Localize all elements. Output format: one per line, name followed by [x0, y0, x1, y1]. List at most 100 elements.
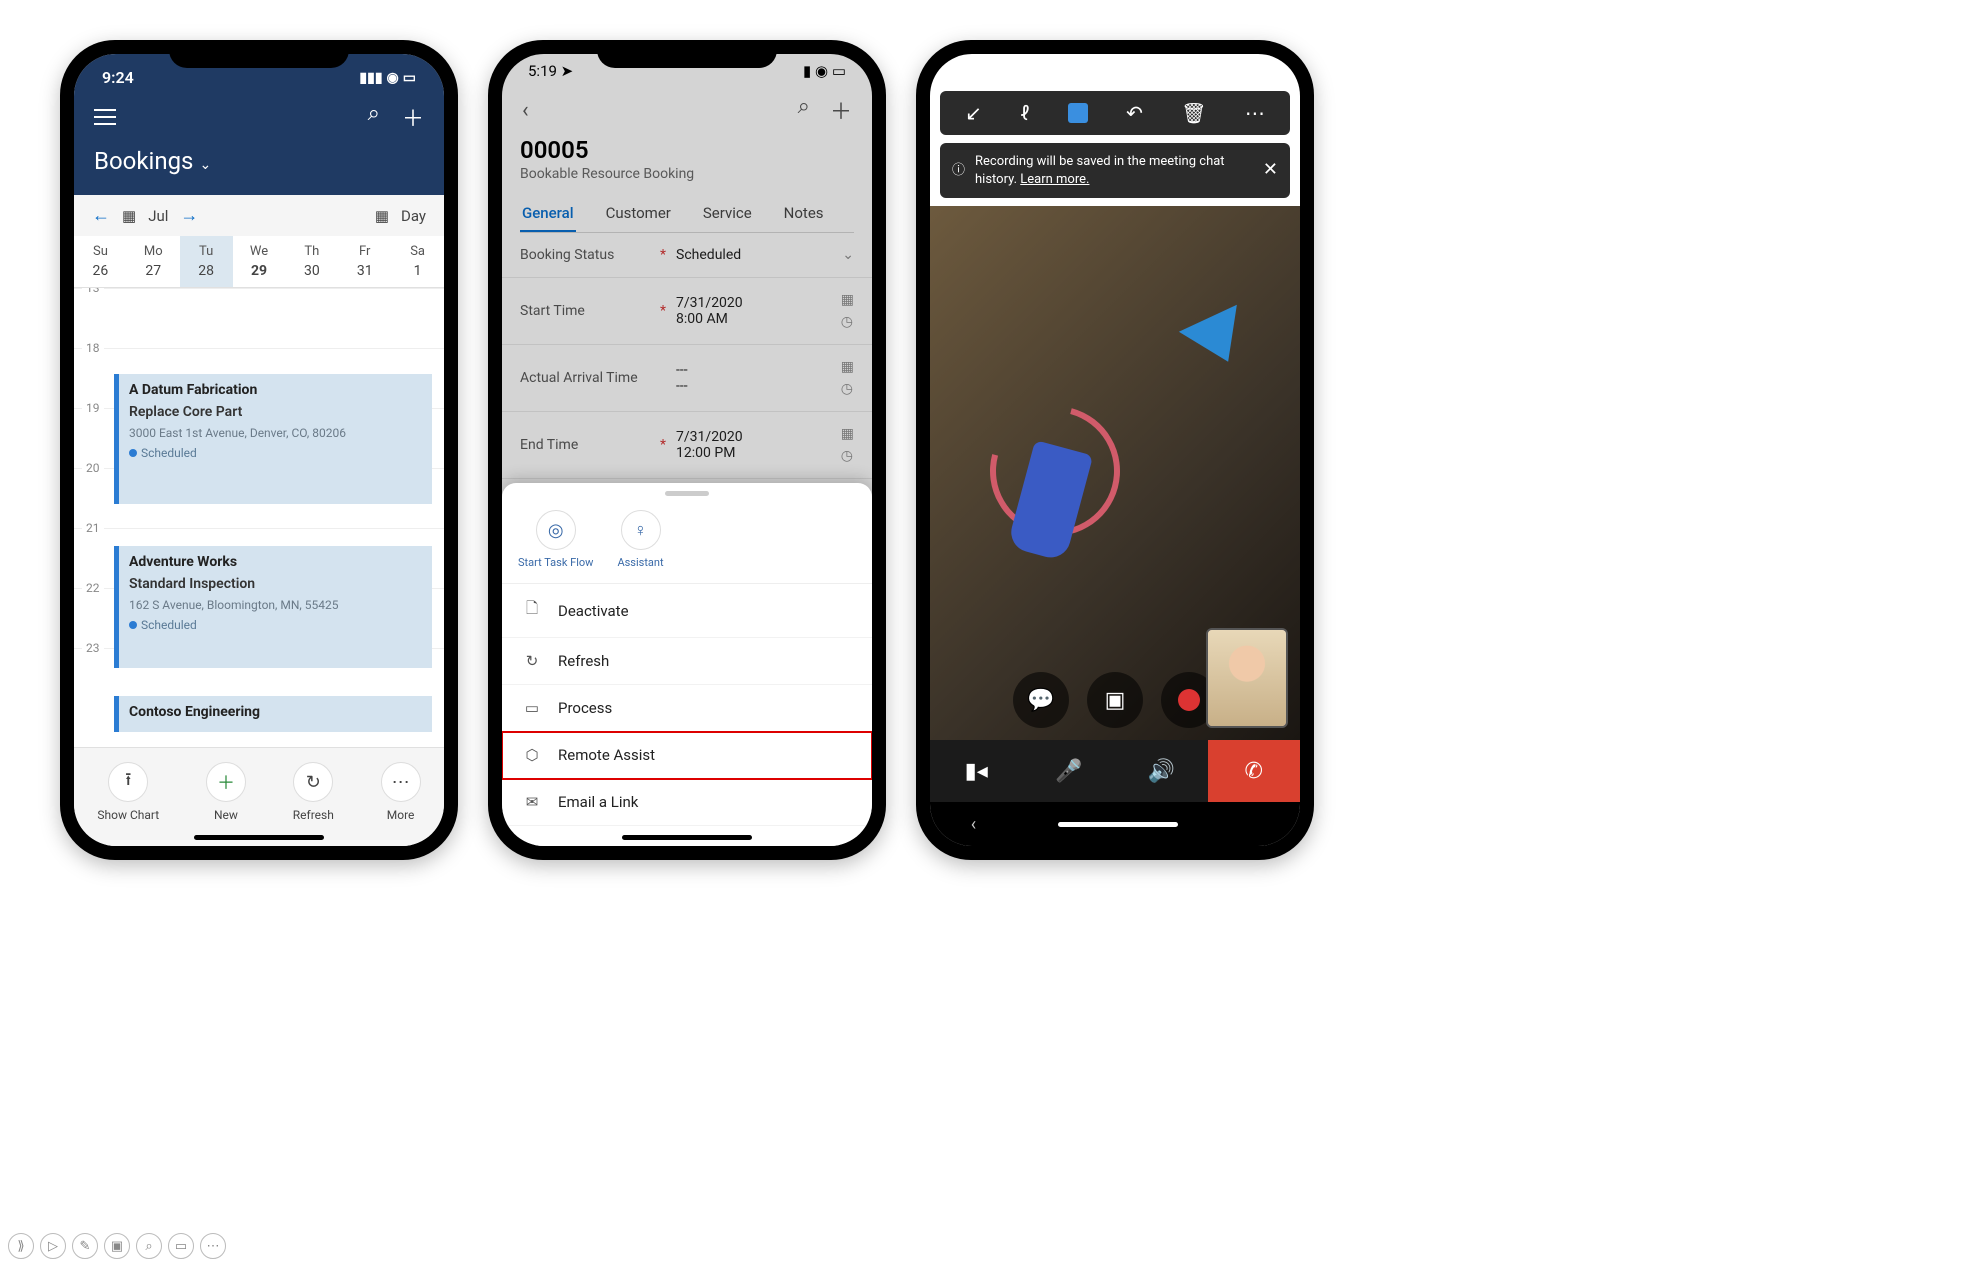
- next-arrow-icon[interactable]: →: [180, 205, 198, 226]
- email-icon: ✉: [522, 793, 542, 811]
- video-feed[interactable]: 💬 ▣: [930, 206, 1300, 740]
- battery-icon: ▭: [403, 70, 416, 86]
- close-icon[interactable]: ✕: [1263, 158, 1278, 182]
- process-item[interactable]: ▭Process: [502, 685, 872, 732]
- tool-icon[interactable]: ▭: [168, 1233, 194, 1259]
- trash-icon[interactable]: 🗑: [1181, 101, 1206, 125]
- speaker-button[interactable]: 🔊: [1115, 740, 1208, 802]
- bottom-toolbar: ⭱Show Chart ＋New ↻Refresh ⋯More: [74, 747, 444, 846]
- home-indicator[interactable]: [1058, 822, 1178, 827]
- banner-text: Recording will be saved in the meeting c…: [975, 153, 1253, 188]
- mic-button[interactable]: 🎤: [1023, 740, 1116, 802]
- search-icon[interactable]: ⌕: [368, 101, 380, 133]
- refresh-icon: ↻: [293, 762, 333, 802]
- self-video-pip[interactable]: [1206, 628, 1288, 728]
- refresh-item[interactable]: ↻Refresh: [502, 638, 872, 685]
- day-col-selected[interactable]: Tu28: [180, 236, 233, 287]
- tool-icon[interactable]: ▷: [40, 1233, 66, 1259]
- weekday-header: Su26 Mo27 Tu28 We29 Th30 Fr31 Sa1: [74, 236, 444, 288]
- status-time: 12:30: [1250, 64, 1282, 79]
- lightbulb-icon: ♀: [621, 510, 661, 550]
- new-button[interactable]: ＋New: [206, 762, 246, 822]
- phone-bookings: 9:24 ▮▮▮ ◉ ▭ ⌕ ＋ Bookings⌄ ←: [60, 40, 458, 860]
- prev-arrow-icon[interactable]: ←: [92, 205, 110, 226]
- calendar-grid[interactable]: 13 18 19 20 21 22 23 A Datum Fabrication…: [74, 288, 444, 747]
- annotation-toolbar: ↙ ℓ ↶ 🗑 ⋯: [940, 91, 1290, 135]
- status-bar: ▾▴ ▮ 12:30: [930, 54, 1300, 83]
- page-title[interactable]: Bookings⌄: [74, 139, 444, 195]
- page-mini-toolbar: ⟫ ▷ ✎ ▣ ⌕ ▭ ⋯: [8, 1233, 226, 1259]
- tool-icon[interactable]: ▣: [104, 1233, 130, 1259]
- view-mode[interactable]: Day: [401, 207, 426, 225]
- hangup-button[interactable]: ✆: [1208, 740, 1301, 802]
- tool-icon[interactable]: ⌕: [136, 1233, 162, 1259]
- tool-icon[interactable]: ✎: [72, 1233, 98, 1259]
- refresh-icon: ↻: [522, 652, 542, 670]
- card-subtitle: Replace Core Part: [129, 404, 422, 420]
- refresh-button[interactable]: ↻Refresh: [293, 762, 334, 822]
- day-col-today[interactable]: We29: [233, 236, 286, 287]
- assistant-button[interactable]: ♀Assistant: [617, 510, 663, 569]
- action-sheet: ◎Start Task Flow ♀Assistant 🗋Deactivate …: [502, 483, 872, 846]
- call-bar: ▮◂ 🎤 🔊 ✆: [930, 740, 1300, 802]
- target-icon: ◎: [536, 510, 576, 550]
- signal-icon: ▮▮▮: [359, 70, 382, 86]
- remote-assist-item[interactable]: ⬡Remote Assist: [502, 732, 872, 779]
- android-nav: ‹: [930, 802, 1300, 846]
- hamburger-icon[interactable]: [94, 109, 116, 125]
- sheet-handle[interactable]: [665, 491, 709, 496]
- color-swatch[interactable]: [1068, 103, 1088, 123]
- chevron-down-icon: ⌄: [199, 157, 211, 173]
- more-icon: ⋯: [381, 762, 421, 802]
- day-col[interactable]: Fr31: [338, 236, 391, 287]
- action-list: 🗋Deactivate ↻Refresh ▭Process ⬡Remote As…: [502, 583, 872, 826]
- booking-card[interactable]: A Datum Fabrication Replace Core Part 30…: [114, 374, 432, 504]
- notch: [169, 40, 349, 68]
- home-indicator[interactable]: [194, 835, 324, 840]
- chart-icon: ⭱: [108, 762, 148, 802]
- camera-button[interactable]: ▮◂: [930, 740, 1023, 802]
- booking-card[interactable]: Adventure Works Standard Inspection 162 …: [114, 546, 432, 668]
- show-chart-button[interactable]: ⭱Show Chart: [97, 762, 159, 822]
- undo-icon[interactable]: ↶: [1126, 101, 1143, 125]
- month-label: Jul: [148, 207, 168, 225]
- day-col[interactable]: Sa1: [391, 236, 444, 287]
- email-link-item[interactable]: ✉Email a Link: [502, 779, 872, 826]
- chat-button[interactable]: 💬: [1013, 672, 1069, 728]
- home-indicator[interactable]: [622, 835, 752, 840]
- deactivate-item[interactable]: 🗋Deactivate: [502, 584, 872, 638]
- notch: [597, 40, 777, 68]
- day-col[interactable]: Th30: [285, 236, 338, 287]
- more-button[interactable]: ⋯More: [381, 762, 421, 822]
- tool-icon[interactable]: ⟫: [8, 1233, 34, 1259]
- deactivate-icon: 🗋: [522, 598, 542, 623]
- battery-icon: ▮: [1236, 64, 1243, 79]
- calendar-nav: ← ▦ Jul → ▦ Day: [74, 195, 444, 236]
- plus-icon: ＋: [206, 762, 246, 802]
- capture-button[interactable]: ▣: [1087, 672, 1143, 728]
- app-header: 9:24 ▮▮▮ ◉ ▭ ⌕ ＋ Bookings⌄: [74, 54, 444, 195]
- collapse-icon[interactable]: ↙: [965, 101, 982, 125]
- card-address: 3000 East 1st Avenue, Denver, CO, 80206: [129, 426, 422, 440]
- card-status: Scheduled: [129, 618, 422, 632]
- ink-icon[interactable]: ℓ: [1020, 101, 1030, 125]
- calendar-icon[interactable]: ▦: [122, 207, 136, 225]
- tool-icon[interactable]: ⋯: [200, 1233, 226, 1259]
- learn-more-link[interactable]: Learn more.: [1020, 172, 1089, 187]
- more-icon[interactable]: ⋯: [1245, 101, 1265, 125]
- signal-icon: ▾▴: [1217, 64, 1230, 79]
- card-status: Scheduled: [129, 446, 422, 460]
- status-time: 9:24: [102, 68, 134, 87]
- phone-booking-detail: 5:19 ➤ ▮ ◉ ▭ ‹ ⌕ ＋ 00005 Bookable Resour…: [488, 40, 886, 860]
- start-task-flow-button[interactable]: ◎Start Task Flow: [518, 510, 593, 569]
- process-icon: ▭: [522, 699, 542, 717]
- booking-card[interactable]: Contoso Engineering: [114, 696, 432, 732]
- card-title: Adventure Works: [129, 554, 422, 570]
- recording-banner: ⓘ Recording will be saved in the meeting…: [940, 143, 1290, 198]
- status-icons: ▮▮▮ ◉ ▭: [359, 68, 416, 87]
- day-col[interactable]: Su26: [74, 236, 127, 287]
- day-col[interactable]: Mo27: [127, 236, 180, 287]
- add-icon[interactable]: ＋: [402, 101, 424, 133]
- phone-remote-assist-call: ▾▴ ▮ 12:30 ↙ ℓ ↶ 🗑 ⋯ ⓘ Recording will be…: [916, 40, 1314, 860]
- back-icon[interactable]: ‹: [971, 814, 976, 835]
